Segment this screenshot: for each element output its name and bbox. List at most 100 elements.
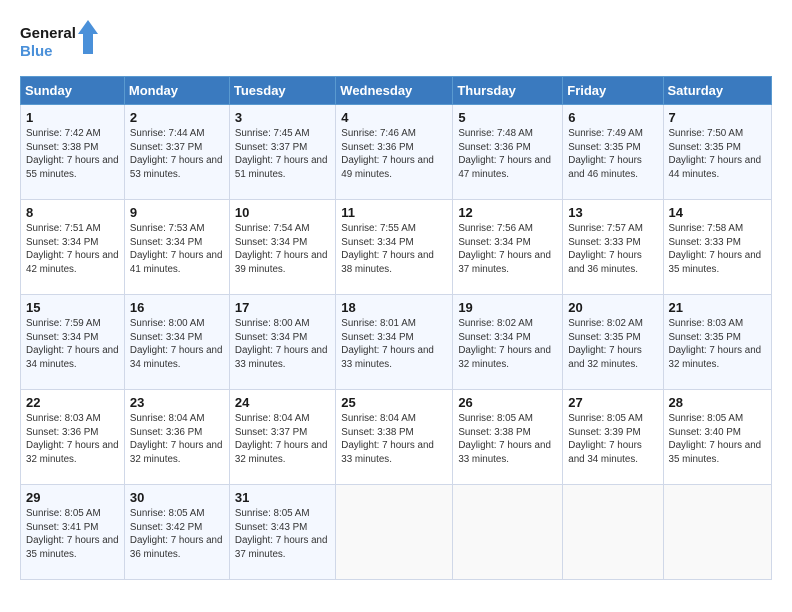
day-number: 15 — [26, 300, 119, 315]
calendar-week-row: 15 Sunrise: 7:59 AM Sunset: 3:34 PM Dayl… — [21, 295, 772, 390]
weekday-header-saturday: Saturday — [663, 77, 771, 105]
weekday-header-friday: Friday — [563, 77, 663, 105]
day-info: Sunrise: 8:04 AM Sunset: 3:37 PM Dayligh… — [235, 412, 330, 467]
day-info: Sunrise: 7:54 AM Sunset: 3:34 PM Dayligh… — [235, 222, 330, 277]
calendar-cell: 9 Sunrise: 7:53 AM Sunset: 3:34 PM Dayli… — [124, 200, 229, 295]
calendar-week-row: 22 Sunrise: 8:03 AM Sunset: 3:36 PM Dayl… — [21, 390, 772, 485]
weekday-header-tuesday: Tuesday — [229, 77, 335, 105]
day-info: Sunrise: 8:05 AM Sunset: 3:38 PM Dayligh… — [458, 412, 557, 467]
day-number: 14 — [669, 205, 766, 220]
calendar-week-row: 29 Sunrise: 8:05 AM Sunset: 3:41 PM Dayl… — [21, 485, 772, 580]
calendar-cell: 22 Sunrise: 8:03 AM Sunset: 3:36 PM Dayl… — [21, 390, 125, 485]
day-info: Sunrise: 8:04 AM Sunset: 3:38 PM Dayligh… — [341, 412, 447, 467]
calendar-cell: 14 Sunrise: 7:58 AM Sunset: 3:33 PM Dayl… — [663, 200, 771, 295]
calendar-cell — [453, 485, 563, 580]
day-info: Sunrise: 7:42 AM Sunset: 3:38 PM Dayligh… — [26, 127, 119, 182]
day-number: 25 — [341, 395, 447, 410]
calendar-week-row: 8 Sunrise: 7:51 AM Sunset: 3:34 PM Dayli… — [21, 200, 772, 295]
day-number: 21 — [669, 300, 766, 315]
day-number: 19 — [458, 300, 557, 315]
day-info: Sunrise: 7:46 AM Sunset: 3:36 PM Dayligh… — [341, 127, 447, 182]
day-number: 26 — [458, 395, 557, 410]
day-number: 2 — [130, 110, 224, 125]
calendar-cell: 30 Sunrise: 8:05 AM Sunset: 3:42 PM Dayl… — [124, 485, 229, 580]
day-info: Sunrise: 8:05 AM Sunset: 3:41 PM Dayligh… — [26, 507, 119, 562]
day-info: Sunrise: 8:00 AM Sunset: 3:34 PM Dayligh… — [235, 317, 330, 372]
day-info: Sunrise: 8:04 AM Sunset: 3:36 PM Dayligh… — [130, 412, 224, 467]
calendar-cell: 4 Sunrise: 7:46 AM Sunset: 3:36 PM Dayli… — [336, 105, 453, 200]
calendar-cell: 28 Sunrise: 8:05 AM Sunset: 3:40 PM Dayl… — [663, 390, 771, 485]
calendar-cell — [663, 485, 771, 580]
page-header: General Blue — [20, 16, 772, 66]
day-info: Sunrise: 7:45 AM Sunset: 3:37 PM Dayligh… — [235, 127, 330, 182]
day-info: Sunrise: 8:00 AM Sunset: 3:34 PM Dayligh… — [130, 317, 224, 372]
day-info: Sunrise: 8:02 AM Sunset: 3:34 PM Dayligh… — [458, 317, 557, 372]
logo-svg: General Blue — [20, 16, 100, 66]
day-number: 22 — [26, 395, 119, 410]
day-info: Sunrise: 7:59 AM Sunset: 3:34 PM Dayligh… — [26, 317, 119, 372]
calendar-cell: 31 Sunrise: 8:05 AM Sunset: 3:43 PM Dayl… — [229, 485, 335, 580]
day-info: Sunrise: 8:05 AM Sunset: 3:43 PM Dayligh… — [235, 507, 330, 562]
day-number: 17 — [235, 300, 330, 315]
calendar-cell: 24 Sunrise: 8:04 AM Sunset: 3:37 PM Dayl… — [229, 390, 335, 485]
day-number: 11 — [341, 205, 447, 220]
day-info: Sunrise: 8:05 AM Sunset: 3:39 PM Dayligh… — [568, 412, 657, 467]
day-number: 10 — [235, 205, 330, 220]
calendar-cell: 17 Sunrise: 8:00 AM Sunset: 3:34 PM Dayl… — [229, 295, 335, 390]
calendar-cell: 26 Sunrise: 8:05 AM Sunset: 3:38 PM Dayl… — [453, 390, 563, 485]
day-number: 28 — [669, 395, 766, 410]
calendar-cell: 2 Sunrise: 7:44 AM Sunset: 3:37 PM Dayli… — [124, 105, 229, 200]
day-info: Sunrise: 7:44 AM Sunset: 3:37 PM Dayligh… — [130, 127, 224, 182]
day-info: Sunrise: 8:05 AM Sunset: 3:42 PM Dayligh… — [130, 507, 224, 562]
day-info: Sunrise: 7:53 AM Sunset: 3:34 PM Dayligh… — [130, 222, 224, 277]
day-number: 30 — [130, 490, 224, 505]
calendar-cell: 27 Sunrise: 8:05 AM Sunset: 3:39 PM Dayl… — [563, 390, 663, 485]
day-info: Sunrise: 7:48 AM Sunset: 3:36 PM Dayligh… — [458, 127, 557, 182]
day-info: Sunrise: 8:05 AM Sunset: 3:40 PM Dayligh… — [669, 412, 766, 467]
day-number: 9 — [130, 205, 224, 220]
weekday-header-row: SundayMondayTuesdayWednesdayThursdayFrid… — [21, 77, 772, 105]
calendar-cell: 12 Sunrise: 7:56 AM Sunset: 3:34 PM Dayl… — [453, 200, 563, 295]
calendar-week-row: 1 Sunrise: 7:42 AM Sunset: 3:38 PM Dayli… — [21, 105, 772, 200]
day-info: Sunrise: 7:49 AM Sunset: 3:35 PM Dayligh… — [568, 127, 657, 182]
day-number: 7 — [669, 110, 766, 125]
calendar-cell: 1 Sunrise: 7:42 AM Sunset: 3:38 PM Dayli… — [21, 105, 125, 200]
day-info: Sunrise: 7:57 AM Sunset: 3:33 PM Dayligh… — [568, 222, 657, 277]
day-info: Sunrise: 7:55 AM Sunset: 3:34 PM Dayligh… — [341, 222, 447, 277]
calendar-cell: 21 Sunrise: 8:03 AM Sunset: 3:35 PM Dayl… — [663, 295, 771, 390]
calendar-table: SundayMondayTuesdayWednesdayThursdayFrid… — [20, 76, 772, 580]
day-info: Sunrise: 8:03 AM Sunset: 3:35 PM Dayligh… — [669, 317, 766, 372]
svg-text:Blue: Blue — [20, 43, 53, 60]
weekday-header-sunday: Sunday — [21, 77, 125, 105]
calendar-cell — [563, 485, 663, 580]
calendar-cell: 15 Sunrise: 7:59 AM Sunset: 3:34 PM Dayl… — [21, 295, 125, 390]
calendar-cell: 7 Sunrise: 7:50 AM Sunset: 3:35 PM Dayli… — [663, 105, 771, 200]
day-number: 12 — [458, 205, 557, 220]
day-number: 20 — [568, 300, 657, 315]
day-info: Sunrise: 7:50 AM Sunset: 3:35 PM Dayligh… — [669, 127, 766, 182]
day-info: Sunrise: 7:58 AM Sunset: 3:33 PM Dayligh… — [669, 222, 766, 277]
day-number: 8 — [26, 205, 119, 220]
day-number: 31 — [235, 490, 330, 505]
calendar-cell: 13 Sunrise: 7:57 AM Sunset: 3:33 PM Dayl… — [563, 200, 663, 295]
day-number: 18 — [341, 300, 447, 315]
day-number: 24 — [235, 395, 330, 410]
day-number: 13 — [568, 205, 657, 220]
logo: General Blue — [20, 16, 100, 66]
day-number: 4 — [341, 110, 447, 125]
day-number: 1 — [26, 110, 119, 125]
calendar-cell: 29 Sunrise: 8:05 AM Sunset: 3:41 PM Dayl… — [21, 485, 125, 580]
day-number: 3 — [235, 110, 330, 125]
day-info: Sunrise: 8:02 AM Sunset: 3:35 PM Dayligh… — [568, 317, 657, 372]
day-number: 5 — [458, 110, 557, 125]
svg-text:General: General — [20, 25, 76, 42]
calendar-cell: 16 Sunrise: 8:00 AM Sunset: 3:34 PM Dayl… — [124, 295, 229, 390]
calendar-cell — [336, 485, 453, 580]
day-number: 29 — [26, 490, 119, 505]
calendar-cell: 20 Sunrise: 8:02 AM Sunset: 3:35 PM Dayl… — [563, 295, 663, 390]
weekday-header-thursday: Thursday — [453, 77, 563, 105]
day-info: Sunrise: 7:56 AM Sunset: 3:34 PM Dayligh… — [458, 222, 557, 277]
calendar-cell: 11 Sunrise: 7:55 AM Sunset: 3:34 PM Dayl… — [336, 200, 453, 295]
calendar-cell: 23 Sunrise: 8:04 AM Sunset: 3:36 PM Dayl… — [124, 390, 229, 485]
day-number: 27 — [568, 395, 657, 410]
